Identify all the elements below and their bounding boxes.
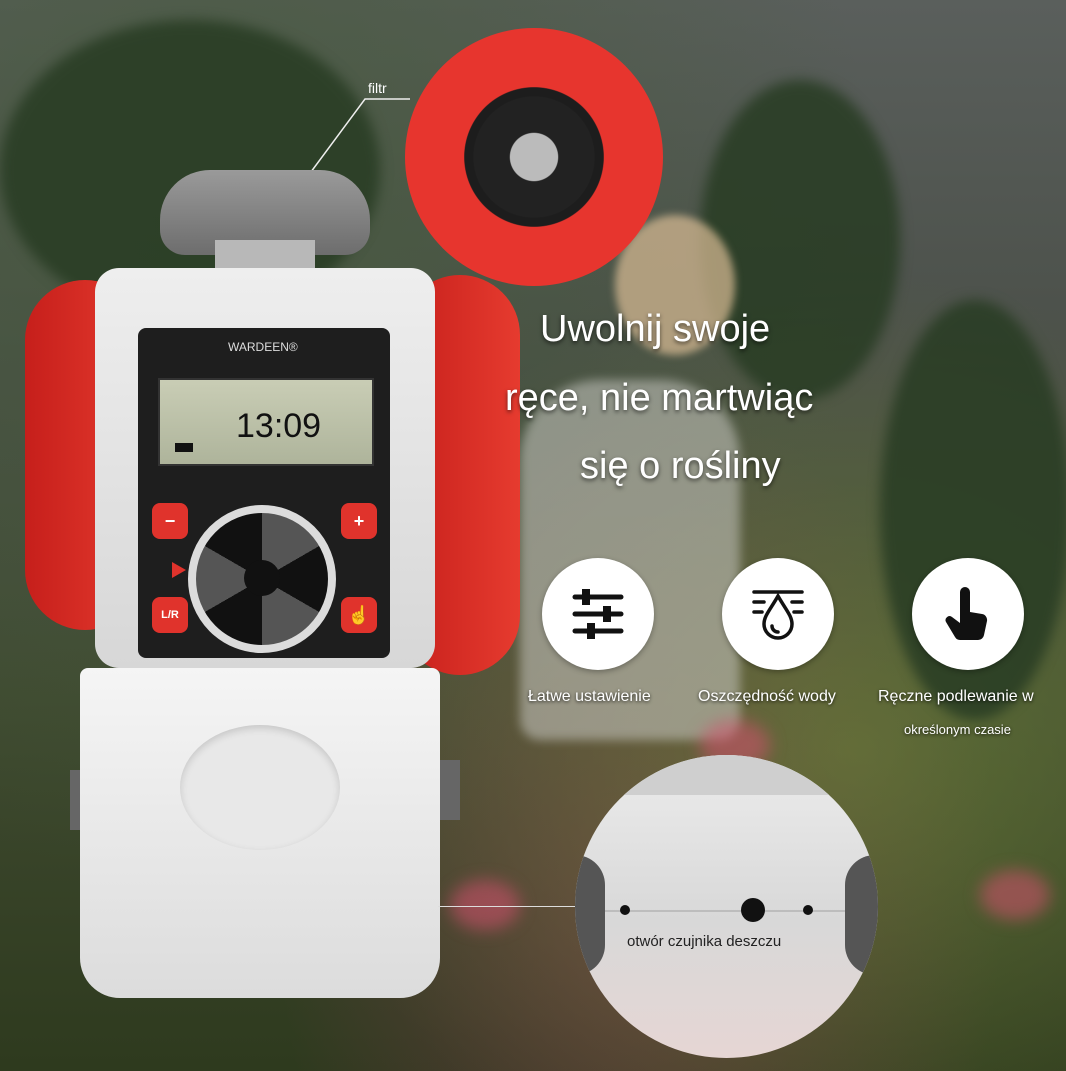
feature-label-water-saving: Oszczędność wody: [698, 688, 836, 705]
lid-recess: [180, 725, 340, 850]
minus-button[interactable]: −: [152, 503, 188, 539]
rain-sensor-zoom-image: [575, 755, 878, 1058]
sliders-icon: [572, 589, 624, 639]
lr-button[interactable]: L/R: [152, 597, 188, 633]
headline-line-1: Uwolnij swoje: [540, 308, 771, 350]
manual-button[interactable]: ☝: [341, 597, 377, 633]
product-banner: filtr WARDEEN® 13:09 − + L/R ☝ Uwolnij s…: [0, 0, 1066, 1071]
filter-callout-label: filtr: [368, 80, 387, 96]
dial-pointer-icon: [172, 562, 186, 578]
water-drop-icon: [752, 590, 804, 640]
dial-center: [244, 560, 280, 596]
plus-button[interactable]: +: [341, 503, 377, 539]
screw-hole: [620, 905, 630, 915]
flowers: [450, 880, 520, 930]
woman-figure: [520, 380, 740, 740]
sensor-callout-line: [438, 906, 578, 907]
rain-sensor-callout-label: otwór czujnika deszczu: [627, 933, 782, 950]
brand-logo: WARDEEN®: [228, 340, 298, 354]
screw-hole: [803, 905, 813, 915]
hand-tap-icon: [945, 587, 988, 641]
thread-right: [845, 855, 878, 975]
filter-zoom-image: [405, 28, 663, 286]
thread-left: [575, 855, 605, 975]
lcd-time: 13:09: [236, 407, 322, 445]
feature-easy-setup: [542, 558, 654, 670]
feature-label-easy-setup: Łatwe ustawienie: [528, 688, 651, 705]
background-tree: [700, 80, 900, 400]
feature-water-saving: [722, 558, 834, 670]
headline-line-2: ręce, nie martwiąc: [505, 377, 814, 419]
device-inlet: [215, 240, 315, 270]
lid-edge: [575, 755, 878, 795]
rain-sensor-hole: [741, 898, 765, 922]
battery-icon: [175, 443, 193, 452]
feature-label-manual-watering-line2: określonym czasie: [904, 722, 1011, 737]
feature-label-manual-watering: Ręczne podlewanie w: [878, 688, 1034, 705]
feature-manual-watering: [912, 558, 1024, 670]
flowers: [980, 870, 1050, 920]
headline-line-3: się o rośliny: [580, 445, 781, 487]
